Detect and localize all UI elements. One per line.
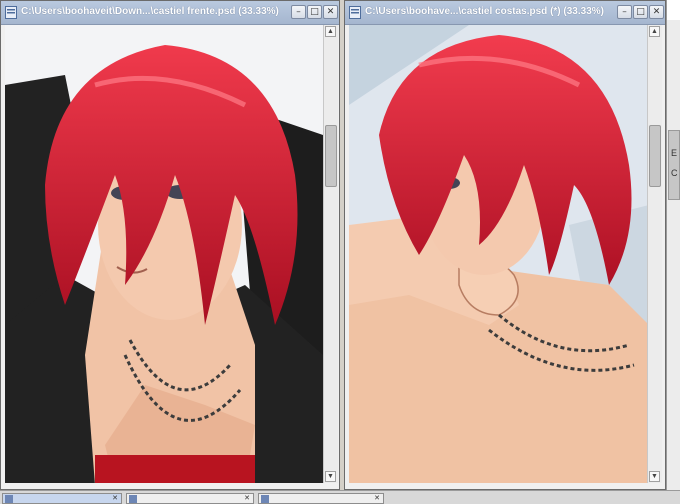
vertical-scrollbar[interactable]: ▲ ▼ <box>323 25 338 483</box>
scroll-up-arrow-icon[interactable]: ▲ <box>649 26 660 37</box>
document-icon <box>5 495 13 503</box>
maximize-button[interactable]: □ <box>307 5 322 19</box>
minimize-button[interactable]: – <box>617 5 632 19</box>
side-panel-letter: E <box>671 148 678 158</box>
window-titlebar[interactable]: C:\Users\boohave...\castiel costas.psd (… <box>345 1 665 25</box>
side-scroll-thumb[interactable] <box>668 130 680 200</box>
task-tab[interactable]: ✕ <box>258 493 384 504</box>
document-window-back[interactable]: C:\Users\boohave...\castiel costas.psd (… <box>344 0 666 490</box>
document-icon <box>349 6 361 19</box>
window-title: C:\Users\boohaveit\Down...\castiel frent… <box>21 6 279 17</box>
window-title: C:\Users\boohave...\castiel costas.psd (… <box>365 6 604 17</box>
window-titlebar[interactable]: C:\Users\boohaveit\Down...\castiel frent… <box>1 1 339 25</box>
task-tab[interactable]: ✕ <box>126 493 254 504</box>
document-icon <box>261 495 269 503</box>
side-panel-edge: E C <box>666 0 680 490</box>
vertical-scrollbar[interactable]: ▲ ▼ <box>647 25 662 483</box>
scroll-up-arrow-icon[interactable]: ▲ <box>325 26 336 37</box>
maximize-button[interactable]: □ <box>633 5 648 19</box>
side-panel-letter: C <box>671 168 678 178</box>
task-tab[interactable]: ✕ <box>2 493 122 504</box>
document-window-front[interactable]: C:\Users\boohaveit\Down...\castiel frent… <box>0 0 340 490</box>
side-scrollbar[interactable] <box>667 20 680 490</box>
document-taskbar: ✕ ✕ ✕ <box>0 490 680 504</box>
close-button[interactable]: ✕ <box>649 5 664 19</box>
artwork-back <box>349 25 649 483</box>
scroll-thumb[interactable] <box>649 125 661 187</box>
minimize-button[interactable]: – <box>291 5 306 19</box>
image-canvas[interactable] <box>5 25 323 483</box>
document-icon <box>129 495 137 503</box>
image-canvas[interactable] <box>349 25 649 483</box>
close-icon[interactable]: ✕ <box>244 495 250 503</box>
close-button[interactable]: ✕ <box>323 5 338 19</box>
scroll-down-arrow-icon[interactable]: ▼ <box>325 471 336 482</box>
scroll-down-arrow-icon[interactable]: ▼ <box>649 471 660 482</box>
scroll-thumb[interactable] <box>325 125 337 187</box>
document-icon <box>5 6 17 19</box>
close-icon[interactable]: ✕ <box>112 495 118 503</box>
close-icon[interactable]: ✕ <box>374 495 380 503</box>
artwork-front <box>5 25 323 483</box>
